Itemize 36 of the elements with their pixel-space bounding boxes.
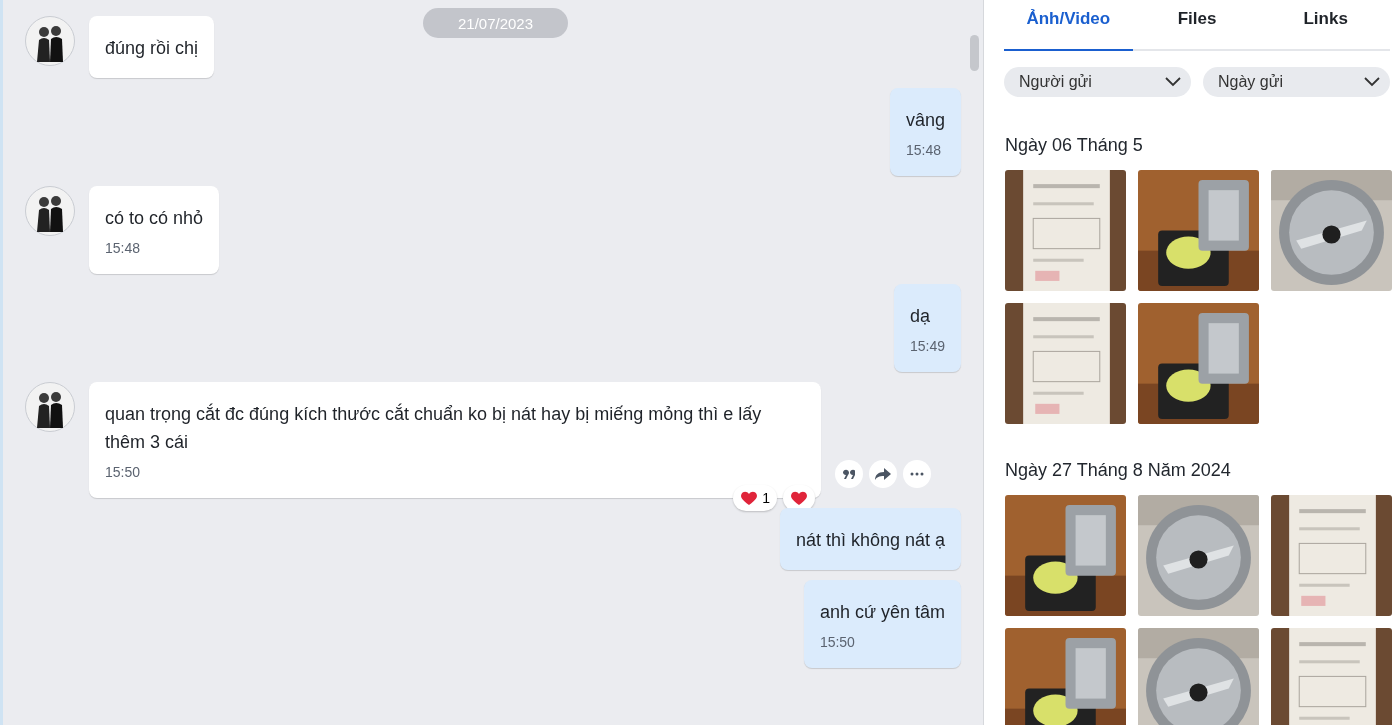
heart-icon: [740, 490, 759, 506]
tab[interactable]: Links: [1261, 0, 1390, 51]
more-icon: [910, 472, 924, 476]
section-title: Ngày 06 Tháng 5: [1005, 135, 1143, 156]
message-text: vâng: [905, 109, 945, 132]
message-text: đúng rồi chị: [105, 37, 199, 60]
message-time: 15:50: [819, 633, 856, 652]
scrollbar-thumb[interactable]: [969, 35, 979, 71]
chevron-down-icon: [1165, 77, 1181, 87]
message-text: quan trọng cắt đc đúng kích thước cắt chuẩn ko bị nát hay bị miếng mỏng thì e lấy thêm 3 cái: [105, 402, 763, 454]
reaction-count[interactable]: 1: [733, 485, 777, 511]
message-time: 15:48: [105, 239, 142, 258]
filter-dropdown[interactable]: Người gửi: [1004, 67, 1191, 97]
avatar-icon[interactable]: [25, 16, 75, 66]
react-button[interactable]: [783, 485, 815, 511]
section-title: Ngày 27 Tháng 8 Năm 2024: [1005, 460, 1231, 481]
message-text: anh cứ yên tâm: [819, 601, 945, 624]
message-text: có to có nhỏ: [105, 207, 204, 230]
message-time: 15:48: [905, 141, 942, 160]
date-pill: 21/07/2023: [423, 8, 568, 38]
heart-icon: [790, 490, 808, 506]
quote-button[interactable]: [835, 460, 863, 488]
message-text: nát thì không nát ạ: [795, 529, 945, 552]
avatar-icon[interactable]: [25, 382, 75, 432]
quote-icon: [843, 469, 855, 479]
chevron-down-icon: [1364, 77, 1380, 87]
forward-icon: [875, 468, 891, 480]
message-time: 15:50: [105, 463, 142, 482]
message-text: dạ: [909, 305, 931, 328]
avatar-icon[interactable]: [25, 186, 75, 236]
filter-dropdown[interactable]: Ngày gửi: [1203, 67, 1390, 97]
tab[interactable]: Ảnh/Video: [1004, 0, 1133, 51]
reaction-count-text: 1: [762, 490, 770, 506]
forward-button[interactable]: [869, 460, 897, 488]
message-time: 15:49: [909, 337, 945, 356]
tab[interactable]: Files: [1132, 0, 1262, 51]
